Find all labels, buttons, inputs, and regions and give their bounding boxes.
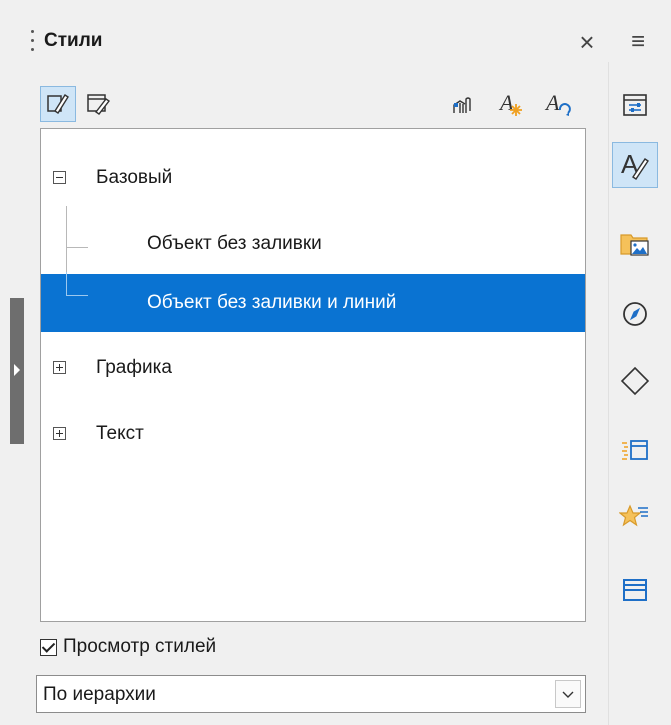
presentation-styles-button[interactable] — [80, 86, 116, 122]
svg-text:A: A — [544, 90, 560, 115]
drawing-styles-button[interactable] — [40, 86, 76, 122]
styles-tree[interactable]: Базовый Объект без заливки Объект без за… — [40, 128, 586, 622]
tree-item-label: Объект без заливки и линий — [147, 292, 397, 313]
expand-icon[interactable] — [53, 361, 66, 374]
tree-item-label: Текст — [96, 423, 144, 444]
fill-format-mode-icon — [453, 97, 471, 113]
frame-styles-icon — [87, 94, 111, 115]
style-filter-value: По иерархии — [43, 684, 156, 705]
tree-connector — [66, 272, 67, 295]
sidebar-divider — [608, 62, 609, 725]
collapse-icon[interactable] — [53, 171, 66, 184]
tree-item-no-fill-no-line[interactable]: Объект без заливки и линий — [41, 272, 585, 332]
sidebar-slide-transition-button[interactable] — [612, 567, 658, 613]
chevron-down-icon — [562, 691, 574, 698]
fill-format-mode-button[interactable] — [446, 86, 482, 122]
preview-styles-checkbox[interactable] — [40, 638, 57, 656]
shapes-icon — [620, 366, 650, 396]
tree-item-label: Базовый — [96, 167, 173, 188]
master-slides-icon — [622, 440, 648, 460]
tree-item-graphics[interactable]: Графика — [41, 339, 585, 397]
style-filter-select[interactable]: По иерархии — [36, 675, 586, 713]
sidebar-styles-button[interactable]: A — [612, 142, 658, 188]
sidebar-shapes-button[interactable] — [612, 358, 658, 404]
svg-text:A: A — [498, 90, 514, 115]
hamburger-menu-icon: ≡ — [630, 28, 645, 55]
tree-item-label: Графика — [96, 357, 172, 378]
panel-title: Стили — [44, 30, 103, 51]
new-style-icon: A — [498, 90, 522, 116]
preview-styles-toggle[interactable]: Просмотр стилей — [40, 636, 216, 658]
sidebar-master-slides-button[interactable] — [612, 427, 658, 473]
sidebar-gallery-button[interactable] — [612, 220, 658, 266]
sidebar-properties-button[interactable] — [612, 82, 658, 128]
close-button[interactable]: × — [572, 27, 602, 57]
gallery-icon — [620, 234, 649, 256]
expand-arrow-icon — [14, 364, 20, 376]
animation-icon — [619, 504, 648, 527]
slide-transition-icon — [623, 579, 647, 601]
paragraph-styles-icon — [47, 94, 69, 114]
close-icon: × — [579, 27, 595, 57]
new-style-button[interactable]: A — [494, 86, 530, 122]
update-style-button[interactable]: A — [540, 86, 576, 122]
update-style-icon: A — [544, 90, 571, 116]
preview-styles-label: Просмотр стилей — [63, 636, 217, 657]
panel-menu-button[interactable]: ≡ — [623, 27, 653, 57]
sidebar-navigator-button[interactable] — [612, 291, 658, 337]
styles-icon: A — [621, 149, 649, 180]
tree-item-text[interactable]: Текст — [41, 405, 585, 463]
tree-item-label: Объект без заливки — [147, 233, 322, 254]
tree-item-no-fill[interactable]: Объект без заливки — [41, 215, 585, 273]
expand-icon[interactable] — [53, 427, 66, 440]
tree-item-basic[interactable]: Базовый — [41, 149, 585, 207]
dropdown-button[interactable] — [555, 680, 581, 708]
sidebar-animation-button[interactable] — [612, 494, 658, 540]
tree-connector — [66, 295, 88, 296]
navigator-icon — [623, 302, 647, 326]
properties-icon — [623, 94, 647, 116]
drag-grip-icon[interactable] — [31, 30, 35, 58]
sidebar-collapse-handle[interactable] — [10, 298, 24, 444]
